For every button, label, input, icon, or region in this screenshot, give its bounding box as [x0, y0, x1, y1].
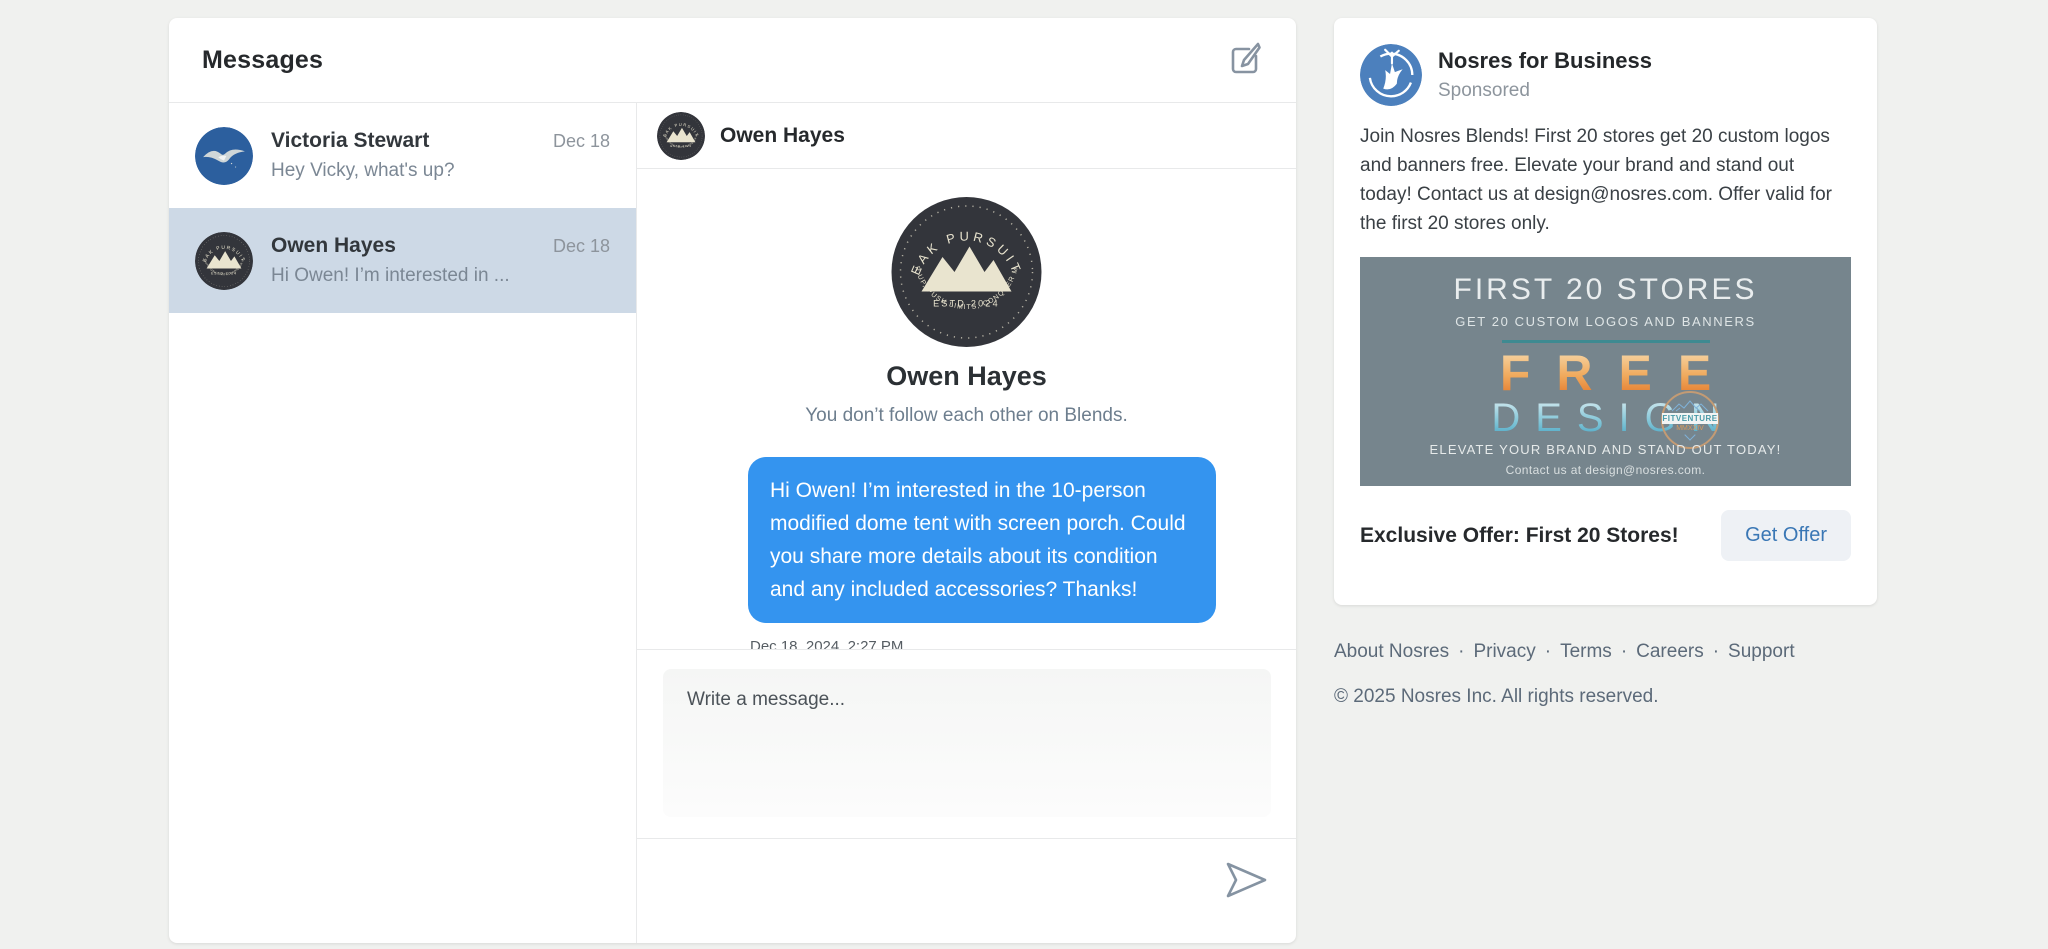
- offer-label: Exclusive Offer: First 20 Stores!: [1360, 524, 1679, 548]
- ad-headline: FIRST 20 STORES: [1360, 273, 1851, 307]
- conversation-preview: Hi Owen! I’m interested in ...: [271, 265, 610, 287]
- conversation-date: Dec 18: [553, 131, 610, 152]
- conversation-preview: Hey Vicky, what's up?: [271, 160, 610, 182]
- fitventure-badge: FITVENTURE MMXXIV: [1661, 391, 1719, 449]
- ad-free-word: FREE: [1360, 344, 1851, 402]
- copyright: © 2025 Nosres Inc. All rights reserved.: [1334, 686, 1877, 708]
- ad-design-word: DESIGN: [1360, 396, 1851, 441]
- ad-tagline: ELEVATE YOUR BRAND AND STAND OUT TODAY!: [1360, 442, 1851, 457]
- nosres-logo-icon: [1360, 44, 1422, 106]
- conversation-name: Victoria Stewart: [271, 129, 553, 153]
- footer: About Nosres · Privacy · Terms · Careers…: [1334, 641, 1877, 708]
- contact-profile: Owen Hayes You don’t follow each other o…: [637, 197, 1296, 427]
- badge-title: FITVENTURE: [1662, 413, 1718, 424]
- footer-link-terms[interactable]: Terms: [1560, 641, 1612, 663]
- footer-separator: ·: [1545, 641, 1551, 663]
- chat-header-avatar[interactable]: [657, 112, 705, 160]
- conversation-item-owen[interactable]: Owen Hayes Dec 18 Hi Owen! I’m intereste…: [169, 208, 636, 313]
- message-timestamp: Dec 18, 2024, 2:27 PM: [748, 638, 1216, 649]
- messages-panel: Messages Victoria Stewart Dec 18: [169, 18, 1296, 943]
- compose-button[interactable]: [1226, 39, 1266, 82]
- sponsored-card: Nosres for Business Sponsored Join Nosre…: [1334, 18, 1877, 605]
- page-title: Messages: [202, 46, 323, 75]
- conversation-list: Victoria Stewart Dec 18 Hey Vicky, what'…: [169, 103, 637, 943]
- footer-link-careers[interactable]: Careers: [1636, 641, 1704, 663]
- send-button[interactable]: [1222, 856, 1270, 907]
- footer-separator: ·: [1458, 641, 1464, 663]
- message-input[interactable]: [663, 669, 1271, 817]
- message-history: Owen Hayes You don’t follow each other o…: [637, 169, 1296, 649]
- send-icon: [1222, 856, 1270, 907]
- outgoing-message: Hi Owen! I’m interested in the 10-person…: [748, 457, 1216, 649]
- footer-link-privacy[interactable]: Privacy: [1473, 641, 1535, 663]
- conversation-item-victoria[interactable]: Victoria Stewart Dec 18 Hey Vicky, what'…: [169, 103, 636, 208]
- ad-image[interactable]: FIRST 20 STORES GET 20 CUSTOM LOGOS AND …: [1360, 257, 1851, 486]
- follow-note: You don’t follow each other on Blends.: [637, 405, 1296, 427]
- conversation-date: Dec 18: [553, 236, 610, 257]
- offer-row: Exclusive Offer: First 20 Stores! Get Of…: [1360, 510, 1851, 561]
- ad-contact: Contact us at design@nosres.com.: [1360, 463, 1851, 477]
- composer: [637, 649, 1296, 838]
- send-row: [637, 838, 1296, 943]
- footer-links: About Nosres · Privacy · Terms · Careers…: [1334, 641, 1877, 663]
- sponsored-label: Sponsored: [1438, 80, 1652, 102]
- compose-icon: [1226, 39, 1266, 82]
- conversation-name: Owen Hayes: [271, 234, 553, 258]
- chat-panel: Owen Hayes Owen Hayes You don’t follow e…: [637, 103, 1296, 943]
- chat-header: Owen Hayes: [637, 103, 1296, 169]
- footer-link-about[interactable]: About Nosres: [1334, 641, 1449, 663]
- owen-avatar: [195, 232, 253, 290]
- chat-header-name: Owen Hayes: [720, 124, 845, 148]
- footer-separator: ·: [1621, 641, 1627, 663]
- profile-avatar[interactable]: [637, 197, 1296, 347]
- sponsor-header: Nosres for Business Sponsored: [1360, 44, 1851, 106]
- profile-name: Owen Hayes: [637, 361, 1296, 392]
- ad-subheadline: GET 20 CUSTOM LOGOS AND BANNERS: [1360, 314, 1851, 329]
- ad-divider: [1502, 340, 1710, 343]
- messages-header: Messages: [169, 18, 1296, 103]
- message-bubble: Hi Owen! I’m interested in the 10-person…: [748, 457, 1216, 623]
- sponsor-title: Nosres for Business: [1438, 48, 1652, 74]
- sponsor-body-text: Join Nosres Blends! First 20 stores get …: [1360, 122, 1851, 238]
- footer-link-support[interactable]: Support: [1728, 641, 1795, 663]
- footer-separator: ·: [1713, 641, 1719, 663]
- victoria-avatar: [195, 127, 253, 185]
- get-offer-button[interactable]: Get Offer: [1721, 510, 1851, 561]
